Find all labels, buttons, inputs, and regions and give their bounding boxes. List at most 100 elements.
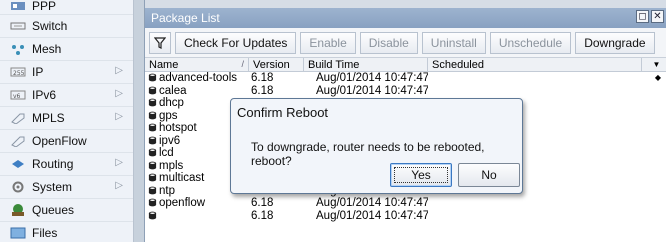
files-icon: [10, 226, 26, 240]
openflow-icon: [10, 134, 26, 148]
svg-text:255: 255: [13, 70, 25, 77]
package-name-cell: calea: [145, 85, 249, 98]
sidebar-item-label: IP: [32, 65, 44, 79]
package-build-time: Aug/01/2014 10:47:47: [316, 197, 428, 209]
package-name: openflow: [159, 197, 206, 209]
package-icon: [148, 161, 157, 169]
table-row[interactable]: calea 6.18 Aug/01/2014 10:47:47: [145, 85, 666, 98]
package-icon: [148, 111, 157, 119]
sidebar-item-mpls[interactable]: MPLS ▷: [0, 107, 133, 130]
sidebar-item-mesh[interactable]: Mesh: [0, 38, 133, 61]
disable-button[interactable]: Disable: [359, 31, 418, 54]
mesh-icon: [10, 42, 26, 56]
column-menu-icon[interactable]: ▼: [642, 58, 666, 71]
sidebar-item-ppp[interactable]: PPP: [0, 0, 133, 15]
package-icon: [148, 73, 157, 82]
submenu-arrow-icon: ▷: [115, 157, 123, 168]
column-scheduled[interactable]: Scheduled: [428, 58, 642, 71]
package-icon: [148, 211, 157, 219]
sidebar-item-label: Mesh: [32, 42, 62, 56]
sidebar-item-label: IPv6: [32, 88, 57, 102]
submenu-arrow-icon: ▷: [115, 65, 123, 76]
table-header: Name / Version Build Time Scheduled ▼: [145, 58, 666, 72]
package-name: lcd: [159, 147, 174, 159]
column-scheduled-label: Scheduled: [432, 58, 484, 71]
ppp-icon: [10, 0, 26, 13]
package-icon: [148, 136, 157, 144]
package-name: calea: [159, 84, 187, 97]
column-build-time[interactable]: Build Time: [304, 58, 428, 71]
confirm-reboot-dialog: Confirm Reboot To downgrade, router need…: [230, 98, 523, 194]
package-build-time: Aug/01/2014 10:47:47: [316, 209, 428, 222]
sidebar-item-ip[interactable]: 255 IP ▷: [0, 61, 133, 84]
sidebar-item-routing[interactable]: Routing ▷: [0, 153, 133, 176]
package-name: mpls: [159, 159, 184, 172]
sidebar-item-files[interactable]: Files: [0, 222, 133, 242]
downgrade-button[interactable]: Downgrade: [575, 31, 655, 54]
column-version-label: Version: [253, 58, 290, 71]
sidebar-item-label: Routing: [32, 157, 74, 171]
package-version: 6.18: [251, 197, 274, 209]
system-icon: [10, 180, 26, 194]
sidebar-item-label: Files: [32, 226, 58, 240]
column-name-label: Name: [149, 58, 179, 71]
restore-icon[interactable]: ◻: [636, 10, 649, 23]
enable-button[interactable]: Enable: [300, 31, 356, 54]
submenu-arrow-icon: ▷: [115, 180, 123, 191]
package-name: hotspot: [159, 122, 197, 134]
sort-icon: /: [241, 59, 244, 69]
package-name: advanced-tools: [159, 72, 237, 84]
table-row[interactable]: openflow 6.18 Aug/01/2014 10:47:47: [145, 197, 666, 210]
unschedule-button[interactable]: Unschedule: [489, 31, 572, 54]
package-icon: [148, 186, 157, 194]
window-top-strip: [145, 0, 666, 8]
uninstall-button[interactable]: Uninstall: [421, 31, 486, 54]
package-build-time: Aug/01/2014 10:47:47: [316, 84, 428, 97]
package-name-cell: advanced-tools: [145, 72, 249, 85]
column-build-time-label: Build Time: [308, 58, 360, 71]
package-name-cell: openflow: [145, 197, 249, 210]
no-button[interactable]: No: [458, 163, 520, 187]
window-title: Package List: [151, 11, 220, 25]
table-row[interactable]: 6.18 Aug/01/2014 10:47:47: [145, 210, 666, 223]
package-build-time: Aug/01/2014 10:47:47: [316, 72, 428, 84]
yes-button[interactable]: Yes: [390, 163, 452, 187]
package-version: 6.18: [251, 72, 274, 84]
ip-icon: 255: [10, 65, 26, 79]
switch-icon: [10, 19, 26, 33]
queues-icon: [10, 203, 26, 217]
package-toolbar: Check For Updates Enable Disable Uninsta…: [145, 28, 666, 58]
svg-text:v6: v6: [13, 93, 21, 100]
dialog-title: Confirm Reboot: [237, 105, 329, 120]
submenu-arrow-icon: ▷: [115, 111, 123, 122]
package-version: 6.18: [251, 209, 274, 222]
close-icon[interactable]: ✕: [651, 10, 664, 23]
sidebar-item-openflow[interactable]: OpenFlow: [0, 130, 133, 153]
column-version[interactable]: Version: [249, 58, 304, 71]
sidebar-item-switch[interactable]: Switch: [0, 15, 133, 38]
sidebar-item-label: PPP: [32, 0, 57, 13]
package-icon: [148, 173, 157, 182]
filter-button[interactable]: [149, 31, 171, 54]
package-icon: [148, 86, 157, 94]
sidebar-item-system[interactable]: System ▷: [0, 176, 133, 199]
package-name: multicast: [159, 172, 205, 184]
sidebar-item-label: System: [32, 180, 73, 194]
sidebar-item-ipv6[interactable]: v6 IPv6 ▷: [0, 84, 133, 107]
package-name: gps: [159, 109, 178, 122]
package-icon: [148, 123, 157, 132]
sidebar-menu: PPP Switch Mesh 255 IP ▷ v6 IPv6 ▷ MPLS ▷ OpenFlow R…: [0, 0, 134, 242]
package-icon: [148, 198, 157, 207]
sidebar-separator: [134, 0, 144, 242]
check-for-updates-button[interactable]: Check For Updates: [175, 31, 297, 54]
sidebar-item-label: MPLS: [32, 111, 65, 125]
row-marker-icon: ◆: [654, 73, 661, 82]
sidebar-item-label: Queues: [32, 203, 75, 217]
column-name[interactable]: Name /: [145, 58, 249, 71]
window-titlebar[interactable]: Package List ◻ ✕: [145, 8, 666, 28]
package-name: dhcp: [159, 97, 184, 109]
table-row[interactable]: advanced-tools 6.18 Aug/01/2014 10:47:47 ◆: [145, 72, 666, 85]
sidebar-item-queues[interactable]: Queues: [0, 199, 133, 222]
package-icon: [148, 148, 157, 157]
package-name-cell: [145, 210, 249, 223]
